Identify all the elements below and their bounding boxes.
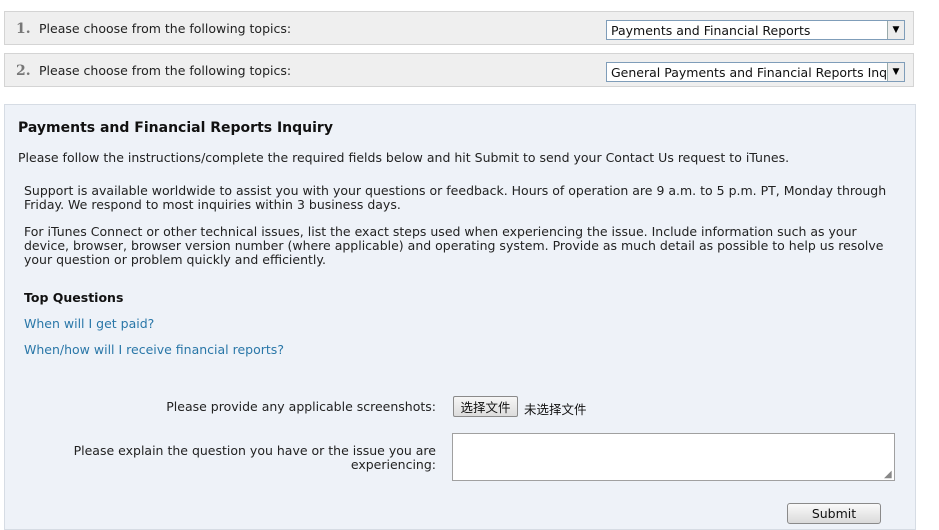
file-status: 未选择文件 xyxy=(524,402,587,417)
topic-bar-2: 2. Please choose from the following topi… xyxy=(4,53,914,87)
support-hours-paragraph: Support is available worldwide to assist… xyxy=(24,183,887,212)
topic-label: Please choose from the following topics: xyxy=(39,21,292,36)
choose-file-button[interactable]: 选择文件 xyxy=(453,396,518,417)
topic-select-1[interactable]: Payments and Financial Reports ▼ xyxy=(606,20,905,40)
topic-select-2[interactable]: General Payments and Financial Reports I… xyxy=(606,62,905,82)
topic-select-value: General Payments and Financial Reports I… xyxy=(611,65,905,80)
inquiry-panel: Payments and Financial Reports Inquiry P… xyxy=(4,104,916,530)
chevron-down-icon[interactable]: ▼ xyxy=(887,21,904,39)
question-link-get-paid[interactable]: When will I get paid? xyxy=(24,316,154,331)
panel-heading: Payments and Financial Reports Inquiry xyxy=(18,120,333,136)
submit-button[interactable]: Submit xyxy=(787,503,881,524)
topic-bar-1: 1. Please choose from the following topi… xyxy=(4,11,914,45)
topic-number: 2. xyxy=(16,63,31,79)
panel-instructions: Please follow the instructions/complete … xyxy=(18,150,790,165)
explain-label: Please explain the question you have or … xyxy=(73,443,436,472)
screenshots-label: Please provide any applicable screenshot… xyxy=(166,399,436,414)
topic-number: 1. xyxy=(16,21,31,37)
topic-label: Please choose from the following topics: xyxy=(39,63,292,78)
resize-grip-icon[interactable]: ◢ xyxy=(884,469,892,480)
topic-select-value: Payments and Financial Reports xyxy=(611,23,811,38)
question-link-financial-reports[interactable]: When/how will I receive financial report… xyxy=(24,342,284,357)
top-questions-title: Top Questions xyxy=(24,290,124,305)
explain-textarea[interactable] xyxy=(452,433,895,481)
chevron-down-icon[interactable]: ▼ xyxy=(887,63,904,81)
technical-issues-paragraph: For iTunes Connect or other technical is… xyxy=(24,224,884,267)
